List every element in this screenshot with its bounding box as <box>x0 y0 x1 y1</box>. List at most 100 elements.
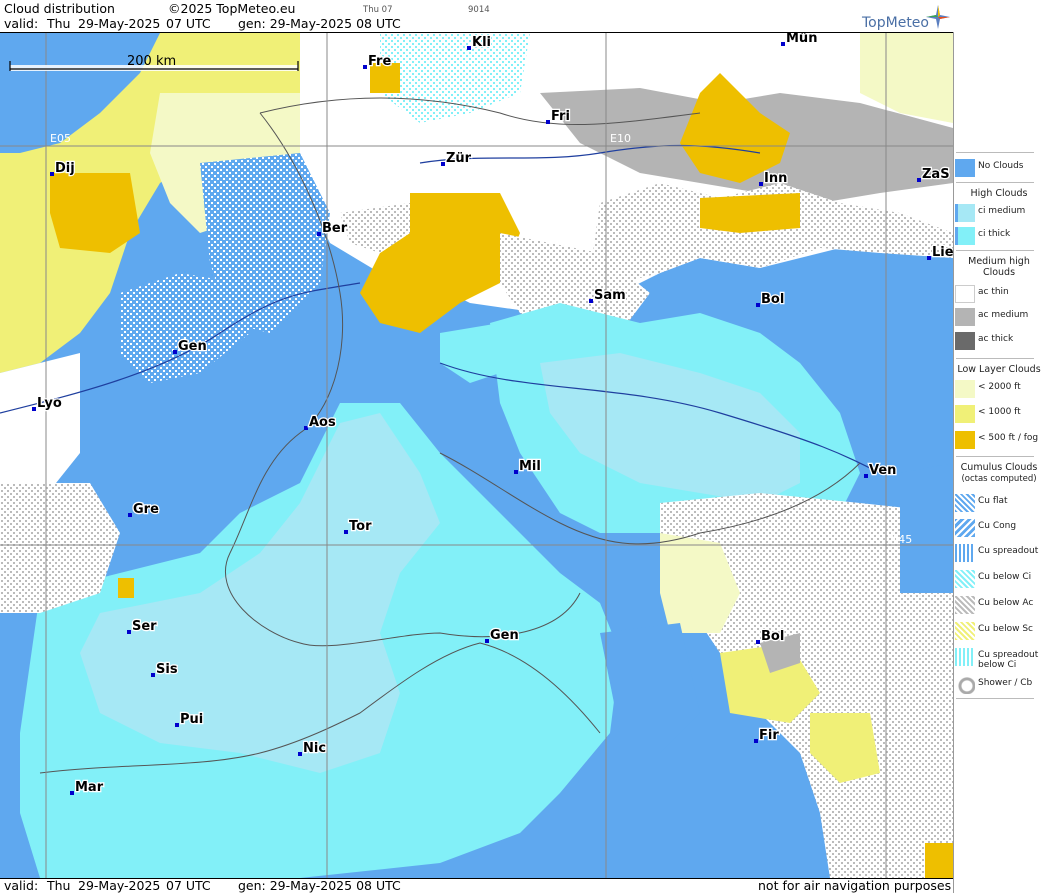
legend-divider <box>956 152 1034 153</box>
legend-cu-below-ci: Cu below Ci <box>954 568 1044 590</box>
city-label-gen: Gen <box>178 339 207 354</box>
city-marker-bol <box>756 303 760 307</box>
swatch-ci-medium <box>955 204 975 222</box>
no-clouds-area-adriatic <box>900 463 953 593</box>
city-marker-zas <box>917 178 921 182</box>
footer: valid: Thu 29-May-2025 07 UTC gen: 29-Ma… <box>0 878 953 893</box>
legend-medium-title: Medium high Clouds <box>968 256 1030 278</box>
city-label-mün: Mün <box>786 33 817 46</box>
scale-bar-label: 200 km <box>127 54 176 69</box>
city-marker-fri <box>546 120 550 124</box>
city-marker-gen <box>485 639 489 643</box>
gen-time: gen: 29-May-2025 08 UTC <box>238 16 401 31</box>
city-marker-kli <box>467 46 471 50</box>
city-marker-lie <box>927 256 931 260</box>
city-marker-fre <box>363 65 367 69</box>
valid-label: valid: <box>4 16 39 31</box>
legend-ci-medium: ci medium <box>954 202 1044 224</box>
swatch-low-1000 <box>955 405 975 423</box>
swatch-ac-thick <box>955 332 975 350</box>
footer-valid-day: Thu <box>47 878 71 893</box>
city-label-pui: Pui <box>180 712 203 727</box>
legend-label-cu-spread-below-ci: Cu spreadout below Ci <box>978 650 1039 670</box>
city-marker-ser <box>127 630 131 634</box>
header-small-1: Thu 07 <box>363 5 393 15</box>
city-label-mar: Mar <box>75 780 104 795</box>
valid-day: Thu <box>47 16 71 31</box>
legend-low-1000: < 1000 ft <box>954 403 1044 425</box>
city-label-tor: Tor <box>349 519 372 534</box>
city-marker-sam <box>589 299 593 303</box>
legend-cu-title: Cumulus Clouds (octas computed) <box>960 462 1038 484</box>
city-marker-zür <box>441 162 445 166</box>
cloud-map: E05 E10 N45 200 km Mün Kli Fre Fri Dij Zür Inn… <box>0 30 955 879</box>
city-label-fir: Fir <box>759 728 779 743</box>
legend-cu-below-ac: Cu below Ac <box>954 594 1044 616</box>
city-label-kli: Kli <box>472 35 491 50</box>
city-marker-tor <box>344 530 348 534</box>
city-label-ber: Ber <box>322 221 348 236</box>
city-marker-fir <box>754 739 758 743</box>
legend-low-2000: < 2000 ft <box>954 378 1044 400</box>
swatch-shower <box>955 676 975 694</box>
legend-ac-medium: ac medium <box>954 306 1044 328</box>
grid-label-e05: E05 <box>50 132 71 145</box>
legend-divider <box>956 698 1034 699</box>
legend-label-low-2000: < 2000 ft <box>978 382 1021 392</box>
legend-label-cu-spreadout: Cu spreadout <box>978 546 1039 556</box>
swatch-cu-below-sc <box>955 622 975 640</box>
swatch-cu-cong <box>955 519 975 537</box>
valid-time: 07 UTC <box>166 16 211 31</box>
swatch-cu-below-ac <box>955 596 975 614</box>
low-fog-area-inn <box>700 193 800 233</box>
header: Cloud distribution ©2025 TopMeteo.eu Thu… <box>0 0 953 32</box>
city-label-bol: Bol <box>761 292 784 307</box>
legend-label-cu-below-ci: Cu below Ci <box>978 572 1032 582</box>
city-label-inn: Inn <box>764 171 787 186</box>
city-marker-mar <box>70 791 74 795</box>
swatch-cu-spreadout <box>955 544 975 562</box>
valid-date: 29-May-2025 <box>78 16 161 31</box>
legend-divider <box>956 358 1034 359</box>
legend-low-title: Low Layer Clouds <box>957 364 1041 375</box>
city-label-aos: Aos <box>309 415 336 430</box>
city-marker-ven <box>864 474 868 478</box>
legend-ci-thick: ci thick <box>954 225 1044 247</box>
legend-cu-spreadout: Cu spreadout <box>954 542 1044 564</box>
swatch-ac-thin <box>955 285 975 303</box>
city-label-zas: ZaS <box>922 167 950 182</box>
swatch-low-500 <box>955 431 975 449</box>
legend-label-ci-thick: ci thick <box>978 229 1011 239</box>
city-label-zür: Zür <box>446 151 472 166</box>
swatch-cu-spread-below-ci <box>955 648 975 666</box>
legend-label-cu-cong: Cu Cong <box>978 521 1017 531</box>
legend-no-clouds: No Clouds <box>954 157 1044 179</box>
legend-label-ac-thin: ac thin <box>978 287 1009 297</box>
legend-shower: Shower / Cb <box>954 674 1044 696</box>
low-fog-area-dij <box>50 173 140 253</box>
grid-label-n45: N45 <box>890 533 912 546</box>
swatch-cu-flat <box>955 494 975 512</box>
compass-icon <box>934 2 940 26</box>
legend-high-title: High Clouds <box>970 188 1028 199</box>
legend-low-500: < 500 ft / fog <box>954 429 1044 451</box>
legend-divider <box>956 250 1034 251</box>
city-label-bol: Bol <box>761 629 784 644</box>
city-marker-inn <box>759 182 763 186</box>
city-label-sis: Sis <box>156 662 178 677</box>
city-marker-gen <box>173 350 177 354</box>
city-marker-gre <box>128 513 132 517</box>
city-label-sam: Sam <box>594 288 626 303</box>
legend-label-low-1000: < 1000 ft <box>978 407 1021 417</box>
city-marker-mil <box>514 470 518 474</box>
legend-divider <box>956 182 1034 183</box>
city-label-ven: Ven <box>869 463 896 478</box>
compass-logo <box>934 0 1045 32</box>
low-fog-area-se <box>925 843 953 878</box>
low-fog-spot <box>118 578 134 598</box>
city-marker-bol <box>756 640 760 644</box>
city-marker-aos <box>304 426 308 430</box>
swatch-ci-thick <box>955 227 975 245</box>
city-label-fre: Fre <box>368 54 391 69</box>
footer-gen-time: gen: 29-May-2025 08 UTC <box>238 878 401 893</box>
